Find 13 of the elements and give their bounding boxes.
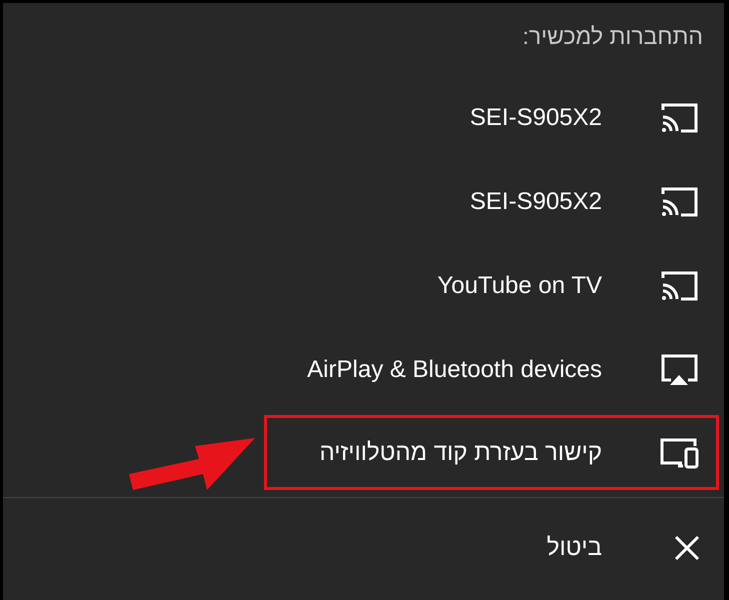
cancel-button[interactable]: ביטול [3, 498, 724, 598]
device-item[interactable]: קישור בעזרת קוד מהטלוויזיה [264, 415, 719, 490]
cast-icon [659, 269, 699, 303]
cast-icon [659, 185, 699, 219]
cast-icon [659, 101, 699, 135]
device-item[interactable]: YouTube on TV [3, 244, 724, 328]
section-heading: התחברות למכשיר: [522, 22, 703, 51]
device-item[interactable]: AirPlay & Bluetooth devices [3, 328, 724, 412]
device-item[interactable]: SEI-S905X2 [3, 160, 724, 244]
screen-and-phone-icon [658, 436, 700, 470]
device-item[interactable]: SEI-S905X2 [3, 76, 724, 160]
close-icon [674, 535, 700, 561]
airplay-icon [659, 353, 699, 387]
